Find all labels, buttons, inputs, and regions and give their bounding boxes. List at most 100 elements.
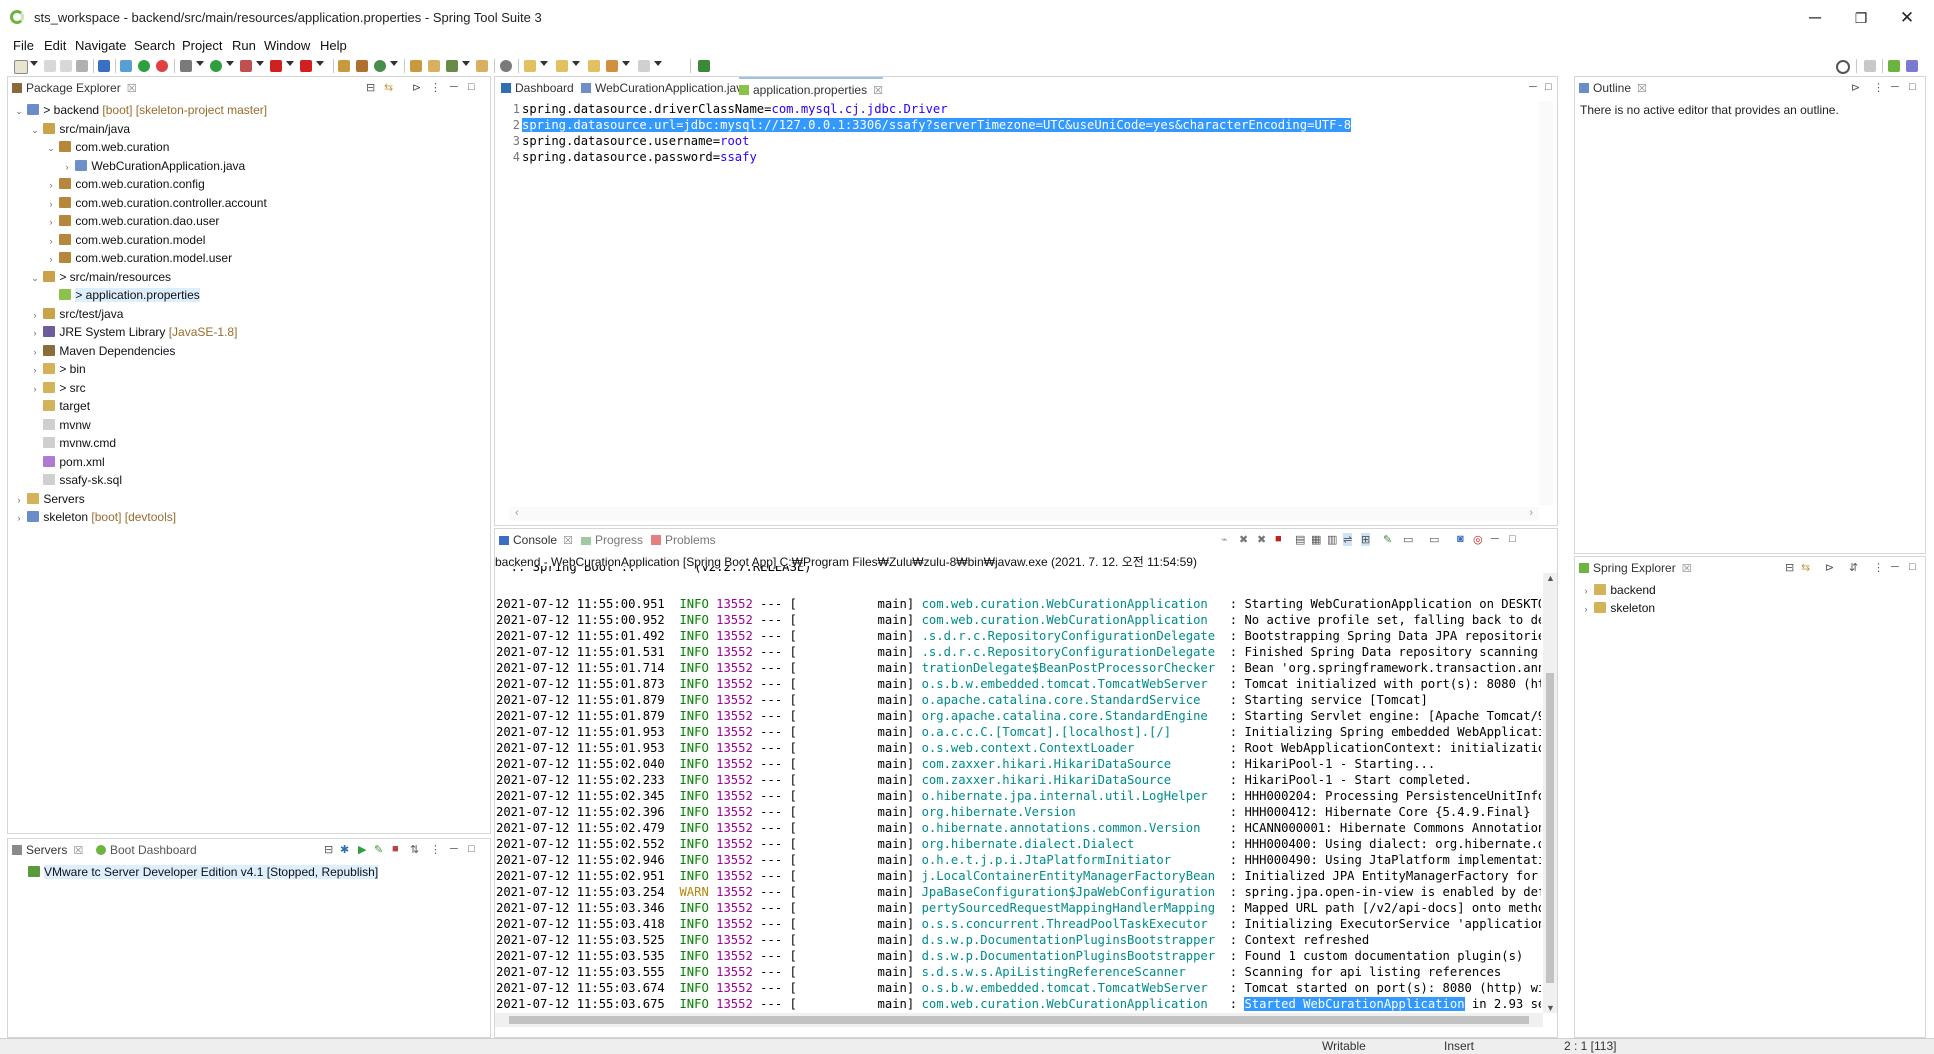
relaunch-icon[interactable]	[156, 60, 168, 72]
search-tool-dropdown-icon[interactable]	[462, 61, 470, 66]
refresh-icon[interactable]	[138, 60, 150, 72]
code-line[interactable]: spring.datasource.password=ssafy	[522, 150, 757, 165]
tree-item[interactable]: mvnw	[30, 416, 91, 434]
tree-item[interactable]: › Maven Dependencies	[30, 342, 176, 361]
save-icon[interactable]	[44, 60, 56, 72]
console-icon[interactable]	[98, 60, 110, 72]
editor-tab[interactable]: application.properties ☒	[739, 77, 883, 101]
tab-spring-explorer[interactable]: Spring Explorer ☒	[1579, 557, 1692, 579]
code-line[interactable]: spring.datasource.username=root	[522, 134, 749, 149]
tree-item[interactable]: ⌄ > backend [boot] [skeleton-project mas…	[14, 101, 267, 119]
tree-item[interactable]: › com.web.curation.model	[46, 231, 206, 249]
open-task-icon[interactable]	[428, 60, 440, 72]
word-wrap-icon[interactable]: ⇌	[1343, 533, 1353, 546]
close-icon[interactable]: ☒	[563, 535, 573, 547]
last-edit-icon[interactable]	[588, 60, 600, 72]
tree-item[interactable]: ⌄ com.web.curation	[46, 138, 169, 156]
next-annotation-icon[interactable]	[524, 60, 536, 72]
menu-navigate[interactable]: Navigate	[75, 38, 126, 53]
open-console-icon[interactable]: ▭	[1429, 533, 1439, 546]
collapse-all-icon[interactable]: ⊟	[366, 81, 375, 94]
tree-item[interactable]: › > src	[30, 379, 86, 397]
menu-project[interactable]: Project	[182, 38, 222, 53]
scrollbar-thumb[interactable]	[509, 1016, 1529, 1024]
spring-explorer-item-skeleton[interactable]: › skeleton	[1581, 599, 1656, 618]
debug-icon[interactable]	[180, 60, 192, 72]
spring-perspective-icon[interactable]	[1888, 60, 1900, 72]
stop-icon[interactable]	[270, 60, 282, 72]
menu-window[interactable]: Window	[264, 38, 310, 53]
print-icon[interactable]	[76, 60, 88, 72]
tab-progress[interactable]: Progress	[581, 529, 643, 551]
editor-tab[interactable]: Dashboard	[501, 77, 574, 99]
filter-icon[interactable]: ⊳	[412, 81, 421, 94]
maximize-view-icon[interactable]: □	[1909, 561, 1916, 573]
expand-toggle-icon[interactable]: ⌄	[30, 121, 40, 139]
search-tool-icon[interactable]	[446, 60, 458, 72]
expand-toggle-icon[interactable]: ›	[46, 250, 56, 268]
debug-config-icon[interactable]: ◙	[1457, 533, 1464, 545]
pin-console-icon[interactable]: ✎	[1383, 533, 1392, 546]
stop-app-icon[interactable]: ◎	[1473, 533, 1483, 546]
back-icon[interactable]	[606, 60, 618, 72]
menu-help[interactable]: Help	[320, 38, 347, 53]
close-icon[interactable]: ☒	[127, 83, 137, 95]
tree-item[interactable]: ssafy-sk.sql	[30, 471, 122, 489]
tree-item[interactable]: > application.properties	[46, 286, 200, 304]
open-folder-icon[interactable]	[476, 60, 488, 72]
tree-item[interactable]: ⌄ src/main/java	[30, 120, 130, 138]
new-package-icon[interactable]	[374, 60, 386, 72]
minimize-view-icon[interactable]: ─	[1891, 81, 1899, 93]
tree-item[interactable]: ⌄ > src/main/resources	[30, 268, 171, 286]
editor-horizontal-scrollbar[interactable]: ‹ ›	[509, 507, 1539, 521]
clear-console-icon[interactable]: ▦	[1311, 533, 1321, 546]
minimize-view-icon[interactable]: ─	[1491, 533, 1499, 545]
maximize-view-icon[interactable]: □	[1909, 81, 1916, 93]
maximize-button[interactable]: ❐	[1838, 4, 1884, 32]
expand-toggle-icon[interactable]: ›	[62, 158, 72, 176]
tree-item[interactable]: › skeleton [boot] [devtools]	[14, 508, 177, 526]
open-perspective-icon[interactable]	[698, 60, 710, 72]
code-line[interactable]: spring.datasource.driverClassName=com.my…	[522, 102, 948, 117]
globe-icon[interactable]	[500, 60, 512, 72]
collapse-all-icon[interactable]: ⊟	[1785, 561, 1794, 574]
console-horizontal-scrollbar[interactable]	[495, 1013, 1543, 1027]
previous-annotation-dropdown-icon[interactable]	[572, 61, 580, 66]
editor-vertical-scrollbar[interactable]	[1539, 101, 1553, 505]
expand-toggle-icon[interactable]: ›	[14, 491, 24, 509]
menu-run[interactable]: Run	[232, 38, 256, 53]
expand-toggle-icon[interactable]: ›	[30, 306, 40, 324]
tree-item[interactable]: › com.web.curation.config	[46, 175, 205, 193]
expand-toggle-icon[interactable]: ›	[46, 195, 56, 213]
expand-icon[interactable]: ›	[1581, 600, 1591, 618]
open-type-icon[interactable]	[410, 60, 422, 72]
expand-toggle-icon[interactable]: ›	[30, 343, 40, 361]
debug-dropdown-icon[interactable]	[196, 61, 204, 66]
new-icon[interactable]	[14, 60, 28, 74]
expand-icon[interactable]: ›	[1581, 582, 1591, 600]
console-vertical-scrollbar[interactable]: ▲ ▼	[1543, 573, 1557, 1013]
minimize-view-icon[interactable]: ─	[1891, 561, 1899, 573]
expand-toggle-icon[interactable]: ›	[46, 213, 56, 231]
maximize-view-icon[interactable]: □	[1545, 81, 1552, 93]
tree-item[interactable]: › Servers	[14, 490, 85, 508]
expand-toggle-icon[interactable]: ⌄	[14, 102, 24, 120]
tree-item[interactable]: › com.web.curation.controller.account	[46, 194, 267, 212]
maximize-view-icon[interactable]: □	[468, 81, 475, 93]
skip-breakpoints-icon[interactable]	[120, 60, 132, 72]
run-dropdown-icon[interactable]	[226, 61, 234, 66]
tree-item[interactable]: pom.xml	[30, 453, 105, 471]
expand-toggle-icon[interactable]: ›	[30, 324, 40, 342]
new-package-dropdown-icon[interactable]	[390, 61, 398, 66]
disconnect-icon[interactable]: ⌁	[1221, 533, 1228, 546]
previous-annotation-icon[interactable]	[556, 60, 568, 72]
view-menu-icon[interactable]: ⋮	[1873, 81, 1884, 94]
close-button[interactable]: ✕	[1884, 4, 1930, 32]
view-menu-icon[interactable]: ⋮	[1873, 561, 1884, 574]
minimize-view-icon[interactable]: ─	[450, 81, 458, 93]
open-perspective-button-icon[interactable]	[1864, 60, 1876, 72]
minimize-view-icon[interactable]: ─	[1529, 81, 1537, 93]
tab-problems[interactable]: Problems	[651, 529, 716, 551]
forward-icon[interactable]	[638, 60, 650, 72]
menu-file[interactable]: File	[13, 38, 34, 53]
